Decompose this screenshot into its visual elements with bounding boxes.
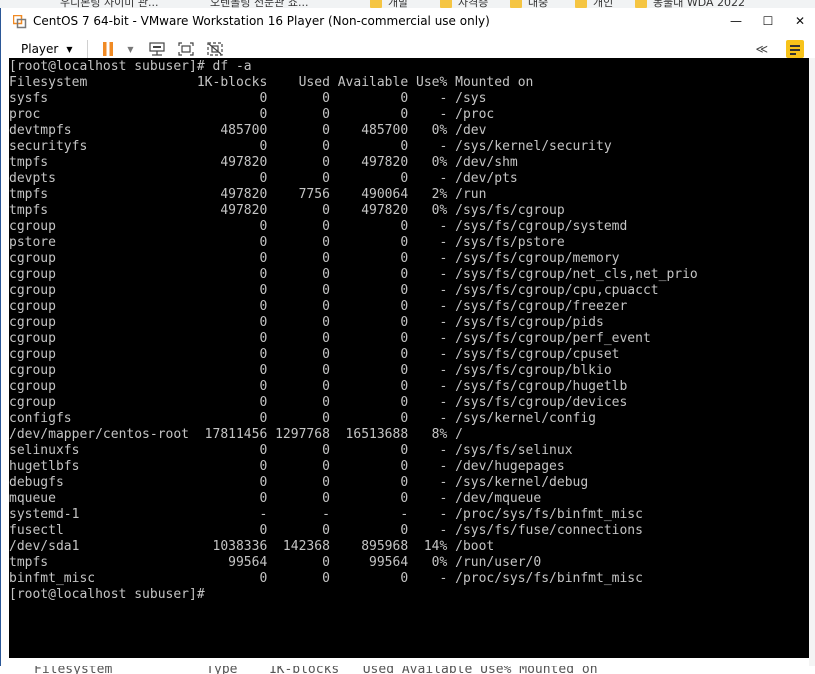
df-row: tmpfs 497820 0 497820 0% /sys/fs/cgroup bbox=[9, 203, 565, 218]
bookmark-item[interactable]: 우디본링 사이미 관... bbox=[60, 0, 158, 8]
bookmark-label: 동물대 WDA 2022 bbox=[653, 0, 746, 8]
background-terminal-peek: Filesystem Type 1K-blocks Used Available… bbox=[0, 666, 815, 674]
close-button[interactable]: ✕ bbox=[784, 8, 815, 34]
folder-icon bbox=[370, 0, 382, 8]
df-row: securityfs 0 0 0 - /sys/kernel/security bbox=[9, 139, 612, 154]
df-row: configfs 0 0 0 - /sys/kernel/config bbox=[9, 411, 596, 426]
df-row: proc 0 0 0 - /proc bbox=[9, 107, 495, 122]
df-row: cgroup 0 0 0 - /sys/fs/cgroup/devices bbox=[9, 395, 628, 410]
df-row: systemd-1 - - - - /proc/sys/fs/binfmt_mi… bbox=[9, 507, 643, 522]
folder-icon bbox=[510, 0, 522, 8]
df-row: cgroup 0 0 0 - /sys/fs/cgroup/cpu,cpuacc… bbox=[9, 283, 659, 298]
df-row: /dev/sda1 1038336 142368 895968 14% /boo… bbox=[9, 539, 495, 554]
title-bar[interactable]: CentOS 7 64-bit - VMware Workstation 16 … bbox=[1, 8, 815, 34]
folder-icon bbox=[575, 0, 587, 8]
df-row: mqueue 0 0 0 - /dev/mqueue bbox=[9, 491, 542, 506]
toolbar-divider bbox=[86, 40, 88, 58]
df-row: cgroup 0 0 0 - /sys/fs/cgroup/systemd bbox=[9, 219, 628, 234]
df-row: /dev/mapper/centos-root 17811456 1297768… bbox=[9, 427, 463, 442]
background-bookmarks-bar: 우디본링 사이미 관... 오렌볼링 전문관 쇼... 개발 자격증 대중 개인… bbox=[0, 0, 815, 8]
chevron-down-icon: ▼ bbox=[66, 44, 73, 54]
df-row: selinuxfs 0 0 0 - /sys/fs/selinux bbox=[9, 443, 573, 458]
folder-icon bbox=[440, 0, 452, 8]
shell-prompt-line: [root@localhost subuser]# df -a bbox=[9, 59, 252, 74]
player-menu-button[interactable]: Player ▼ bbox=[17, 40, 77, 58]
df-row: binfmt_misc 0 0 0 - /proc/sys/fs/binfmt_… bbox=[9, 571, 643, 586]
message-log-button[interactable] bbox=[786, 40, 804, 58]
background-terminal-text: Filesystem Type 1K-blocks Used Available… bbox=[34, 666, 598, 674]
bookmark-item[interactable]: 대중 bbox=[510, 0, 548, 8]
df-row: cgroup 0 0 0 - /sys/fs/cgroup/hugetlb bbox=[9, 379, 628, 394]
df-row: tmpfs 99564 0 99564 0% /run/user/0 bbox=[9, 555, 542, 570]
back-to-library-button[interactable]: ≪ bbox=[755, 42, 768, 56]
bookmark-item[interactable]: 동물대 WDA 2022 bbox=[635, 0, 745, 8]
df-row: cgroup 0 0 0 - /sys/fs/cgroup/cpuset bbox=[9, 347, 620, 362]
vmware-app-icon bbox=[12, 14, 27, 29]
bookmark-label: 대중 bbox=[528, 0, 549, 8]
df-row: devtmpfs 485700 0 485700 0% /dev bbox=[9, 123, 487, 138]
df-header-row: Filesystem 1K-blocks Used Available Use%… bbox=[9, 75, 534, 90]
df-row: cgroup 0 0 0 - /sys/fs/cgroup/blkio bbox=[9, 363, 612, 378]
console-output: [root@localhost subuser]# df -a Filesyste… bbox=[9, 59, 698, 603]
send-ctrl-alt-del-icon bbox=[148, 42, 165, 56]
note-icon-line bbox=[790, 53, 796, 55]
df-row: fusectl 0 0 0 - /sys/fs/fuse/connections bbox=[9, 523, 643, 538]
note-icon-line bbox=[790, 49, 800, 51]
bookmark-item[interactable]: 개인 bbox=[575, 0, 613, 8]
player-menu-label: Player bbox=[21, 42, 59, 56]
bookmark-label: 개발 bbox=[388, 0, 409, 8]
df-row: hugetlbfs 0 0 0 - /dev/hugepages bbox=[9, 459, 565, 474]
folder-icon bbox=[635, 0, 647, 8]
df-row: tmpfs 497820 7756 490064 2% /run bbox=[9, 187, 487, 202]
bookmark-label: 자격증 bbox=[458, 0, 489, 8]
bookmark-item[interactable]: 개발 bbox=[370, 0, 408, 8]
df-row: cgroup 0 0 0 - /sys/fs/cgroup/perf_event bbox=[9, 331, 651, 346]
note-icon bbox=[790, 45, 800, 47]
df-row: cgroup 0 0 0 - /sys/fs/cgroup/memory bbox=[9, 251, 620, 266]
df-row: pstore 0 0 0 - /sys/fs/pstore bbox=[9, 235, 565, 250]
df-row: cgroup 0 0 0 - /sys/fs/cgroup/net_cls,ne… bbox=[9, 267, 698, 282]
minimize-button[interactable]: — bbox=[720, 8, 752, 34]
guest-console-screen[interactable]: [root@localhost subuser]# df -a Filesyste… bbox=[9, 58, 809, 658]
bookmark-label: 개인 bbox=[593, 0, 614, 8]
df-row: sysfs 0 0 0 - /sys bbox=[9, 91, 487, 106]
chevron-down-icon: ▼ bbox=[127, 44, 134, 54]
df-row: debugfs 0 0 0 - /sys/kernel/debug bbox=[9, 475, 589, 490]
fit-guest-icon bbox=[177, 42, 194, 56]
pause-icon bbox=[102, 42, 113, 56]
df-row: tmpfs 497820 0 497820 0% /dev/shm bbox=[9, 155, 518, 170]
maximize-button[interactable]: ☐ bbox=[752, 8, 784, 34]
df-row: cgroup 0 0 0 - /sys/fs/cgroup/freezer bbox=[9, 299, 628, 314]
window-title: CentOS 7 64-bit - VMware Workstation 16 … bbox=[33, 14, 490, 28]
bookmark-item[interactable]: 자격증 bbox=[440, 0, 488, 8]
window-controls: — ☐ ✕ bbox=[720, 8, 815, 34]
bookmark-item[interactable]: 오렌볼링 전문관 쇼... bbox=[210, 0, 308, 8]
df-row: devpts 0 0 0 - /dev/pts bbox=[9, 171, 518, 186]
shell-prompt-line: [root@localhost subuser]# bbox=[9, 587, 213, 602]
df-row: cgroup 0 0 0 - /sys/fs/cgroup/pids bbox=[9, 315, 604, 330]
unity-icon bbox=[206, 42, 223, 56]
background-window-edge bbox=[809, 58, 815, 668]
